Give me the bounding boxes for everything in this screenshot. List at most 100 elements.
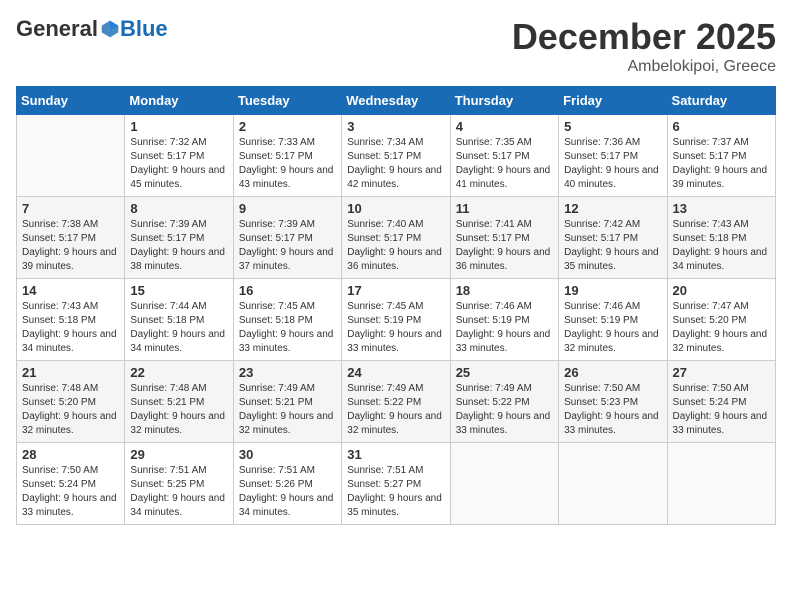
calendar-cell: 30 Sunrise: 7:51 AMSunset: 5:26 PMDayligh… [233, 443, 341, 525]
calendar-cell: 10 Sunrise: 7:40 AMSunset: 5:17 PMDayligh… [342, 197, 450, 279]
day-number: 10 [347, 201, 444, 216]
column-header-thursday: Thursday [450, 87, 558, 115]
calendar-cell: 19 Sunrise: 7:46 AMSunset: 5:19 PMDayligh… [559, 279, 667, 361]
column-header-friday: Friday [559, 87, 667, 115]
day-number: 30 [239, 447, 336, 462]
cell-details: Sunrise: 7:32 AMSunset: 5:17 PMDaylight:… [130, 136, 227, 192]
calendar-cell [17, 115, 125, 197]
calendar-cell [667, 443, 775, 525]
calendar-cell: 11 Sunrise: 7:41 AMSunset: 5:17 PMDayligh… [450, 197, 558, 279]
day-number: 31 [347, 447, 444, 462]
cell-details: Sunrise: 7:39 AMSunset: 5:17 PMDaylight:… [130, 218, 227, 274]
cell-details: Sunrise: 7:35 AMSunset: 5:17 PMDaylight:… [456, 136, 553, 192]
calendar-cell: 1Sunrise: 7:32 AMSunset: 5:17 PMDaylight… [125, 115, 233, 197]
location-text: Ambelokipoi, Greece [512, 58, 776, 76]
cell-details: Sunrise: 7:33 AMSunset: 5:17 PMDaylight:… [239, 136, 336, 192]
calendar-cell: 5Sunrise: 7:36 AMSunset: 5:17 PMDaylight… [559, 115, 667, 197]
cell-details: Sunrise: 7:40 AMSunset: 5:17 PMDaylight:… [347, 218, 444, 274]
cell-details: Sunrise: 7:42 AMSunset: 5:17 PMDaylight:… [564, 218, 661, 274]
column-header-saturday: Saturday [667, 87, 775, 115]
calendar-cell: 13Sunrise: 7:43 AMSunset: 5:18 PMDayligh… [667, 197, 775, 279]
day-number: 15 [130, 283, 227, 298]
cell-details: Sunrise: 7:46 AMSunset: 5:19 PMDaylight:… [564, 300, 661, 356]
calendar-cell: 7Sunrise: 7:38 AMSunset: 5:17 PMDaylight… [17, 197, 125, 279]
calendar-cell [450, 443, 558, 525]
day-number: 18 [456, 283, 553, 298]
column-header-wednesday: Wednesday [342, 87, 450, 115]
calendar-cell: 25Sunrise: 7:49 AMSunset: 5:22 PMDayligh… [450, 361, 558, 443]
calendar-cell: 9 Sunrise: 7:39 AMSunset: 5:17 PMDaylight… [233, 197, 341, 279]
cell-details: Sunrise: 7:50 AMSunset: 5:24 PMDaylight:… [673, 382, 770, 438]
cell-details: Sunrise: 7:34 AMSunset: 5:17 PMDaylight:… [347, 136, 444, 192]
column-header-sunday: Sunday [17, 87, 125, 115]
cell-details: Sunrise: 7:43 AMSunset: 5:18 PMDaylight:… [673, 218, 770, 274]
day-number: 17 [347, 283, 444, 298]
cell-details: Sunrise: 7:49 AMSunset: 5:22 PMDaylight:… [347, 382, 444, 438]
day-number: 28 [22, 447, 119, 462]
calendar-cell: 16 Sunrise: 7:45 AMSunset: 5:18 PMDayligh… [233, 279, 341, 361]
cell-details: Sunrise: 7:39 AMSunset: 5:17 PMDaylight:… [239, 218, 336, 274]
cell-details: Sunrise: 7:46 AMSunset: 5:19 PMDaylight:… [456, 300, 553, 356]
calendar-week-row: 7Sunrise: 7:38 AMSunset: 5:17 PMDaylight… [17, 197, 776, 279]
calendar-cell: 31 Sunrise: 7:51 AMSunset: 5:27 PMDayligh… [342, 443, 450, 525]
day-number: 3 [347, 119, 444, 134]
day-number: 22 [130, 365, 227, 380]
cell-details: Sunrise: 7:51 AMSunset: 5:25 PMDaylight:… [130, 464, 227, 520]
calendar-cell: 24 Sunrise: 7:49 AMSunset: 5:22 PMDayligh… [342, 361, 450, 443]
page-header: General Blue December 2025 Ambelokipoi, … [16, 16, 776, 76]
day-number: 14 [22, 283, 119, 298]
cell-details: Sunrise: 7:51 AMSunset: 5:27 PMDaylight:… [347, 464, 444, 520]
day-number: 24 [347, 365, 444, 380]
logo-blue-text: Blue [120, 16, 168, 42]
calendar-cell: 22 Sunrise: 7:48 AMSunset: 5:21 PMDayligh… [125, 361, 233, 443]
calendar-table: SundayMondayTuesdayWednesdayThursdayFrid… [16, 86, 776, 525]
calendar-cell: 15 Sunrise: 7:44 AMSunset: 5:18 PMDayligh… [125, 279, 233, 361]
day-number: 16 [239, 283, 336, 298]
calendar-week-row: 14 Sunrise: 7:43 AMSunset: 5:18 PMDayligh… [17, 279, 776, 361]
column-header-monday: Monday [125, 87, 233, 115]
calendar-cell: 29 Sunrise: 7:51 AMSunset: 5:25 PMDayligh… [125, 443, 233, 525]
calendar-cell: 6 Sunrise: 7:37 AMSunset: 5:17 PMDaylight… [667, 115, 775, 197]
day-number: 21 [22, 365, 119, 380]
cell-details: Sunrise: 7:48 AMSunset: 5:21 PMDaylight:… [130, 382, 227, 438]
calendar-cell: 27 Sunrise: 7:50 AMSunset: 5:24 PMDayligh… [667, 361, 775, 443]
day-number: 29 [130, 447, 227, 462]
logo-icon [100, 19, 120, 39]
calendar-week-row: 28 Sunrise: 7:50 AMSunset: 5:24 PMDayligh… [17, 443, 776, 525]
cell-details: Sunrise: 7:41 AMSunset: 5:17 PMDaylight:… [456, 218, 553, 274]
calendar-cell: 8 Sunrise: 7:39 AMSunset: 5:17 PMDaylight… [125, 197, 233, 279]
day-number: 25 [456, 365, 553, 380]
day-number: 26 [564, 365, 661, 380]
day-number: 8 [130, 201, 227, 216]
calendar-cell: 26Sunrise: 7:50 AMSunset: 5:23 PMDayligh… [559, 361, 667, 443]
day-number: 12 [564, 201, 661, 216]
logo-general-text: General [16, 16, 98, 42]
day-number: 11 [456, 201, 553, 216]
cell-details: Sunrise: 7:45 AMSunset: 5:19 PMDaylight:… [347, 300, 444, 356]
cell-details: Sunrise: 7:43 AMSunset: 5:18 PMDaylight:… [22, 300, 119, 356]
calendar-cell: 17 Sunrise: 7:45 AMSunset: 5:19 PMDayligh… [342, 279, 450, 361]
calendar-cell: 20Sunrise: 7:47 AMSunset: 5:20 PMDayligh… [667, 279, 775, 361]
calendar-cell: 21 Sunrise: 7:48 AMSunset: 5:20 PMDayligh… [17, 361, 125, 443]
cell-details: Sunrise: 7:44 AMSunset: 5:18 PMDaylight:… [130, 300, 227, 356]
day-number: 4 [456, 119, 553, 134]
cell-details: Sunrise: 7:37 AMSunset: 5:17 PMDaylight:… [673, 136, 770, 192]
day-number: 6 [673, 119, 770, 134]
cell-details: Sunrise: 7:51 AMSunset: 5:26 PMDaylight:… [239, 464, 336, 520]
calendar-cell: 2 Sunrise: 7:33 AMSunset: 5:17 PMDaylight… [233, 115, 341, 197]
cell-details: Sunrise: 7:50 AMSunset: 5:24 PMDaylight:… [22, 464, 119, 520]
calendar-week-row: 1Sunrise: 7:32 AMSunset: 5:17 PMDaylight… [17, 115, 776, 197]
calendar-week-row: 21 Sunrise: 7:48 AMSunset: 5:20 PMDayligh… [17, 361, 776, 443]
day-number: 27 [673, 365, 770, 380]
day-number: 19 [564, 283, 661, 298]
calendar-cell: 18 Sunrise: 7:46 AMSunset: 5:19 PMDayligh… [450, 279, 558, 361]
calendar-cell [559, 443, 667, 525]
logo: General Blue [16, 16, 168, 42]
day-number: 9 [239, 201, 336, 216]
calendar-header-row: SundayMondayTuesdayWednesdayThursdayFrid… [17, 87, 776, 115]
cell-details: Sunrise: 7:48 AMSunset: 5:20 PMDaylight:… [22, 382, 119, 438]
day-number: 20 [673, 283, 770, 298]
calendar-cell: 14 Sunrise: 7:43 AMSunset: 5:18 PMDayligh… [17, 279, 125, 361]
cell-details: Sunrise: 7:45 AMSunset: 5:18 PMDaylight:… [239, 300, 336, 356]
day-number: 2 [239, 119, 336, 134]
